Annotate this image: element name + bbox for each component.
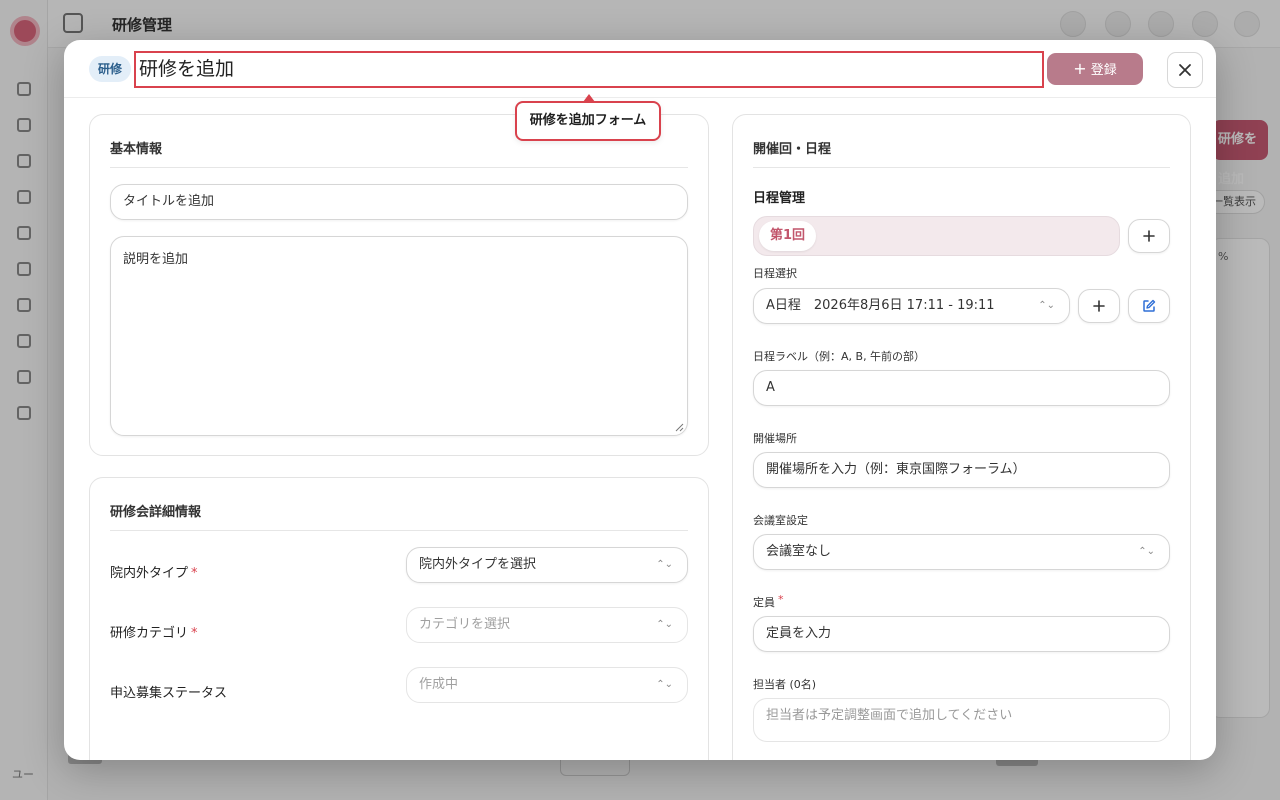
description-textarea[interactable]: 説明を追加	[110, 236, 688, 436]
required-mark: *	[191, 566, 198, 581]
inout-type-value: 院内外タイプを選択	[419, 557, 537, 572]
form-callout: 研修を追加フォーム	[515, 101, 661, 141]
schedule-select[interactable]: A日程 2026年8月6日 17:11 - 19:11 ⌃⌄	[753, 288, 1070, 324]
training-title-input[interactable]: タイトルを追加	[110, 184, 688, 220]
application-status-select[interactable]: 作成中 ⌃⌄	[406, 667, 688, 703]
add-training-modal: 研修 研修を追加 + 登録 研修を追加フォーム 基本情報 タイトルを追加 説明を追…	[64, 40, 1216, 760]
room-value: 会議室なし	[766, 544, 832, 559]
add-session-button[interactable]	[1128, 219, 1170, 253]
capacity-label: 定員 *	[753, 593, 784, 610]
venue-input[interactable]: 開催場所を入力（例：東京国際フォーラム）	[753, 452, 1170, 488]
schedule-label-label: 日程ラベル（例：A, B, 午前の部）	[753, 350, 926, 363]
chevron-updown-icon: ⌃⌄	[1038, 300, 1055, 311]
chevron-updown-icon: ⌃⌄	[656, 619, 673, 630]
section-title: 開催回・日程	[753, 142, 832, 157]
schedule-select-value: A日程 2026年8月6日 17:11 - 19:11	[766, 298, 995, 313]
capacity-input[interactable]: 定員を入力	[753, 616, 1170, 652]
room-select[interactable]: 会議室なし ⌃⌄	[753, 534, 1170, 570]
divider	[110, 530, 688, 531]
register-label: 登録	[1090, 63, 1117, 78]
edit-schedule-button[interactable]	[1128, 289, 1170, 323]
type-badge: 研修	[89, 56, 132, 82]
category-select[interactable]: カテゴリを選択 ⌃⌄	[406, 607, 688, 643]
staff-label: 担当者 (0名)	[753, 678, 817, 691]
register-button[interactable]: + 登録	[1047, 53, 1143, 85]
plus-icon: +	[1073, 59, 1087, 78]
divider	[110, 167, 688, 168]
plus-icon	[1143, 230, 1155, 242]
required-mark: *	[191, 626, 198, 641]
title-input[interactable]: 研修を追加	[134, 51, 1044, 88]
staff-input[interactable]: 担当者は予定調整画面で追加してください	[753, 698, 1170, 742]
required-mark: *	[778, 593, 784, 606]
section-title: 基本情報	[110, 142, 163, 157]
schedule-select-label: 日程選択	[753, 267, 797, 280]
inout-type-select[interactable]: 院内外タイプを選択 ⌃⌄	[406, 547, 688, 583]
schedule-manage-title: 日程管理	[753, 191, 806, 206]
basic-info-card: 基本情報 タイトルを追加 説明を追加	[89, 114, 709, 456]
plus-icon	[1093, 300, 1105, 312]
inout-type-label: 院内外タイプ *	[110, 562, 198, 581]
description-placeholder: 説明を追加	[123, 252, 189, 267]
venue-label: 開催場所	[753, 432, 797, 445]
category-label: 研修カテゴリ *	[110, 622, 198, 641]
chevron-updown-icon: ⌃⌄	[656, 559, 673, 570]
divider	[753, 167, 1170, 168]
resize-handle-icon[interactable]	[675, 423, 684, 432]
callout-arrow	[583, 94, 595, 102]
application-status-value: 作成中	[419, 677, 459, 692]
close-button[interactable]	[1167, 52, 1203, 88]
modal-header: 研修 研修を追加 + 登録	[64, 40, 1216, 98]
category-value: カテゴリを選択	[419, 617, 511, 632]
session-tab-1[interactable]: 第1回	[759, 221, 817, 251]
edit-icon	[1143, 299, 1156, 312]
schedule-card: 開催回・日程 日程管理 第1回 日程選択 A日程 2026年8月6日 17:11…	[732, 114, 1191, 760]
chevron-updown-icon: ⌃⌄	[1138, 546, 1155, 557]
category-label-text: 研修カテゴリ	[110, 626, 189, 641]
application-status-label: 申込募集ステータス	[110, 686, 228, 701]
room-label: 会議室設定	[753, 514, 808, 527]
modal-body: 基本情報 タイトルを追加 説明を追加 研修会詳細情報 院内外タイプ * 院内外タイ…	[64, 98, 1216, 760]
detail-info-card: 研修会詳細情報 院内外タイプ * 院内外タイプを選択 ⌃⌄ 研修カテゴリ * カテゴ…	[89, 477, 709, 760]
add-schedule-button[interactable]	[1078, 289, 1120, 323]
schedule-label-input[interactable]: A	[753, 370, 1170, 406]
inout-type-label-text: 院内外タイプ	[110, 566, 189, 581]
close-icon	[1179, 64, 1191, 76]
section-title: 研修会詳細情報	[110, 505, 202, 520]
session-tabs: 第1回	[753, 216, 1120, 256]
capacity-label-text: 定員	[753, 596, 775, 609]
chevron-updown-icon: ⌃⌄	[656, 679, 673, 690]
